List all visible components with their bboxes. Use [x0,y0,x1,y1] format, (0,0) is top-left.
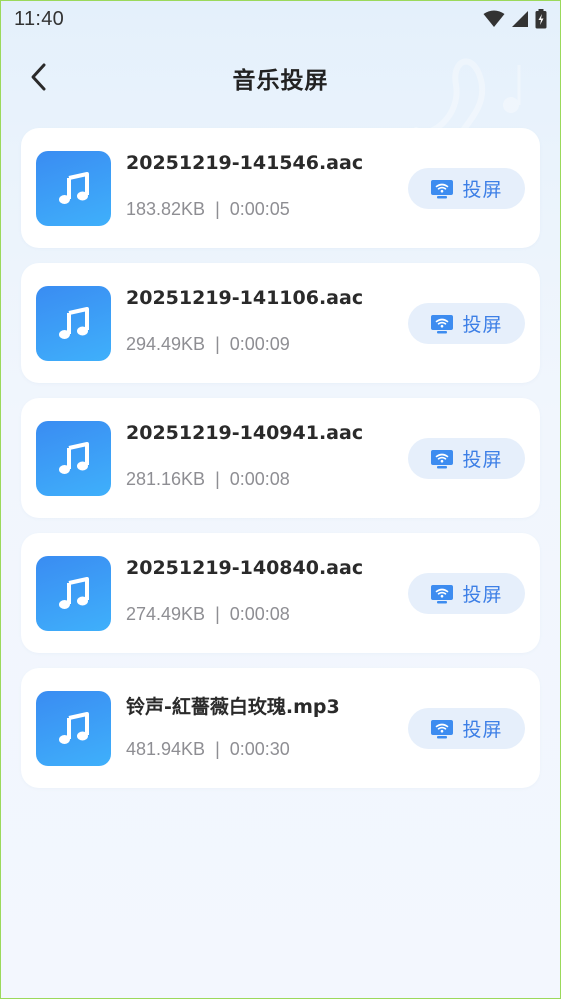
meta-separator: | [215,199,220,219]
cast-screen-icon [431,314,454,333]
cast-screen-icon [431,179,454,198]
cast-button[interactable]: 投屏 [408,573,525,614]
back-button[interactable] [22,60,56,94]
file-duration: 0:00:05 [229,199,290,219]
file-duration: 0:00:08 [229,604,290,624]
meta-separator: | [215,334,220,354]
status-icons [483,9,547,29]
cast-button-label: 投屏 [462,719,503,741]
file-duration: 0:00:09 [229,334,290,354]
music-note-icon [58,576,89,609]
file-duration: 0:00:08 [229,469,290,489]
file-name: 20251219-140840.aac [126,557,364,579]
file-meta: 183.82KB | 0:00:05 [126,199,290,220]
file-duration: 0:00:30 [229,739,290,759]
audio-thumbnail [36,151,111,226]
status-time: 11:40 [14,7,65,30]
signal-icon [512,11,528,27]
file-card[interactable]: 20251219-141106.aac 294.49KB | 0:00:09 投屏 [21,263,540,383]
page-title: 音乐投屏 [232,68,329,94]
cast-screen-icon [431,719,454,738]
file-meta: 294.49KB | 0:00:09 [126,334,290,355]
audio-thumbnail [36,421,111,496]
file-meta: 481.94KB | 0:00:30 [126,739,290,760]
music-note-icon [58,306,89,339]
battery-charging-icon [535,9,547,29]
file-name: 20251219-141546.aac [126,152,364,174]
cast-button-label: 投屏 [462,179,503,201]
file-card[interactable]: 20251219-141546.aac 183.82KB | 0:00:05 投屏 [21,128,540,248]
cast-button[interactable]: 投屏 [408,438,525,479]
meta-separator: | [215,739,220,759]
file-size: 481.94KB [126,739,206,759]
file-size: 294.49KB [126,334,206,354]
file-name: 铃声-紅薔薇白玫瑰.mp3 [126,696,340,718]
meta-separator: | [215,604,220,624]
cast-button-label: 投屏 [462,314,503,336]
chevron-left-icon [31,63,46,91]
meta-separator: | [215,469,220,489]
file-card[interactable]: 铃声-紅薔薇白玫瑰.mp3 481.94KB | 0:00:30 投屏 [21,668,540,788]
app-header: 音乐投屏 [0,52,561,104]
cast-button[interactable]: 投屏 [408,303,525,344]
music-note-icon [58,171,89,204]
file-meta: 274.49KB | 0:00:08 [126,604,290,625]
audio-thumbnail [36,556,111,631]
file-name: 20251219-141106.aac [126,287,364,309]
audio-file-list: 20251219-141546.aac 183.82KB | 0:00:05 投屏 [21,128,540,788]
wifi-icon [483,10,505,27]
file-card[interactable]: 20251219-140941.aac 281.16KB | 0:00:08 投屏 [21,398,540,518]
cast-button[interactable]: 投屏 [408,168,525,209]
file-size: 274.49KB [126,604,206,624]
cast-screen-icon [431,584,454,603]
audio-thumbnail [36,691,111,766]
file-card[interactable]: 20251219-140840.aac 274.49KB | 0:00:08 投屏 [21,533,540,653]
file-meta: 281.16KB | 0:00:08 [126,469,290,490]
cast-button-label: 投屏 [462,449,503,471]
cast-button[interactable]: 投屏 [408,708,525,749]
cast-screen-icon [431,449,454,468]
audio-thumbnail [36,286,111,361]
cast-button-label: 投屏 [462,584,503,606]
status-bar: 11:40 [0,0,561,38]
file-size: 281.16KB [126,469,206,489]
file-name: 20251219-140941.aac [126,422,364,444]
file-size: 183.82KB [126,199,206,219]
music-note-icon [58,441,89,474]
music-note-icon [58,711,89,744]
